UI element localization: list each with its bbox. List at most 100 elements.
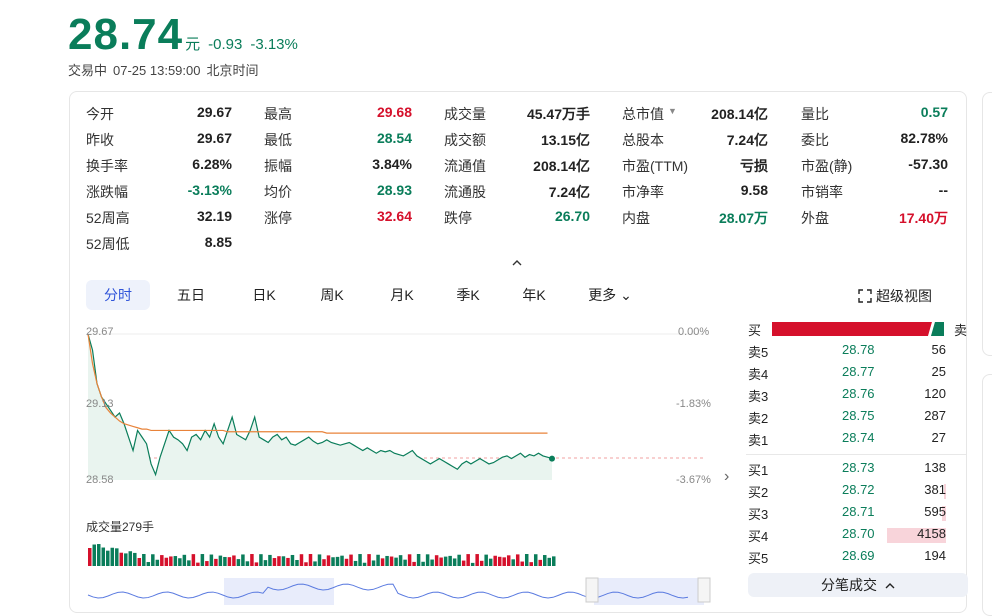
orderbook-row[interactable]: 卖4 28.77 25 <box>746 364 946 384</box>
level-name: 卖5 <box>748 345 769 360</box>
stat-label: 今开 <box>86 106 114 122</box>
stat-label: 外盘 <box>801 210 829 226</box>
volume-bar <box>376 554 380 566</box>
chevron-up-icon <box>885 583 895 589</box>
buy-sell-ratio-bar <box>772 322 944 336</box>
volume-bar <box>124 553 128 566</box>
chevron-up-icon[interactable] <box>510 258 524 268</box>
pct-axis-top: 0.00% <box>678 326 710 338</box>
volume-bar <box>97 544 101 566</box>
level-name: 卖3 <box>748 389 769 404</box>
volume-bar <box>353 560 358 566</box>
volume-bar <box>380 558 385 566</box>
chevron-down-icon: ⌄ <box>616 287 632 303</box>
orderbook-row[interactable]: 买3 28.71 595 <box>746 504 946 524</box>
tab-5[interactable]: 季K <box>442 280 494 310</box>
trade-detail-button[interactable]: 分笔成交 <box>748 573 968 597</box>
volume-bar <box>178 558 182 566</box>
volume-bar <box>115 548 119 566</box>
tab-7[interactable]: 更多 ⌄ <box>580 280 640 310</box>
volume-bar <box>295 560 299 566</box>
intraday-chart[interactable] <box>84 320 714 610</box>
volume-bar <box>272 558 277 566</box>
super-view-button[interactable]: 超级视图 <box>858 286 932 306</box>
volume-bar <box>524 554 529 566</box>
y-axis-bottom: 28.58 <box>86 474 114 486</box>
volume-bar <box>155 559 160 566</box>
side-panel-bottom <box>982 374 992 616</box>
orderbook-row[interactable]: 卖1 28.74 27 <box>746 430 946 450</box>
level-price: 28.69 <box>842 548 875 563</box>
orderbook-row[interactable]: 买1 28.73 138 <box>746 460 946 480</box>
volume-bar <box>479 560 484 566</box>
trade-status-line: 交易中 07-25 13:59:00 北京时间 <box>68 60 265 79</box>
tab-3[interactable]: 周K <box>306 280 358 310</box>
price-area <box>88 334 552 480</box>
price-header: 28.74 元 -0.93 -3.13% <box>68 10 298 60</box>
level-qty: 25 <box>931 364 946 379</box>
orderbook-row[interactable]: 卖2 28.75 287 <box>746 408 946 428</box>
stat-value: 45.47万手 <box>526 106 590 122</box>
volume-bar <box>448 555 452 566</box>
chevron-right-icon[interactable]: › <box>724 468 729 486</box>
volume-bar <box>133 552 137 566</box>
volume-bar <box>385 555 389 566</box>
volume-bar <box>466 554 470 566</box>
level-qty: 595 <box>924 504 946 519</box>
level-name: 卖2 <box>748 411 769 426</box>
stat-value: 82.78% <box>900 130 948 146</box>
volume-bar <box>484 554 488 566</box>
volume-bar <box>88 548 92 566</box>
level-name: 买2 <box>748 485 769 500</box>
pct-axis-mid: -1.83% <box>676 398 711 410</box>
level-price: 28.72 <box>842 482 875 497</box>
volume-bar <box>502 557 506 566</box>
sell-ratio-fill <box>930 322 944 336</box>
volume-bar <box>200 554 205 566</box>
price-change: -0.93 <box>208 36 243 53</box>
orderbook-row[interactable]: 卖5 28.78 56 <box>746 342 946 362</box>
orderbook-row[interactable]: 买5 28.69 194 <box>746 548 946 568</box>
tab-2[interactable]: 日K <box>238 280 290 310</box>
level-price: 28.78 <box>842 342 875 357</box>
dropdown-triangle-icon[interactable]: ▼ <box>668 106 677 116</box>
volume-bar <box>394 557 398 566</box>
trade-timezone: 北京时间 <box>206 63 259 78</box>
stat-value: 13.15亿 <box>540 132 590 148</box>
orderbook-row[interactable]: 卖3 28.76 120 <box>746 386 946 406</box>
volume-bar <box>461 560 466 566</box>
tab-label: 日K <box>252 287 276 303</box>
volume-bar <box>542 555 547 566</box>
stat-label: 昨收 <box>86 132 114 148</box>
stat-label: 流通值 <box>444 158 486 174</box>
stat-label: 涨跌幅 <box>86 184 128 200</box>
volume-bar <box>286 557 290 566</box>
volume-bar <box>434 555 439 566</box>
orderbook-row[interactable]: 买4 28.70 4158 <box>746 526 946 546</box>
volume-bar <box>137 558 142 566</box>
volume-bar <box>241 554 245 566</box>
volume-bar <box>515 554 520 566</box>
stat-value: 29.67 <box>196 130 232 146</box>
volume-bar <box>110 547 115 566</box>
volume-bar <box>389 556 394 566</box>
tab-0[interactable]: 分时 <box>86 280 150 310</box>
volume-bar <box>290 554 295 566</box>
volume-bar <box>344 558 349 566</box>
volume-bar <box>232 555 236 566</box>
volume-bar <box>407 554 412 566</box>
volume-bar <box>425 554 430 566</box>
tab-4[interactable]: 月K <box>376 280 428 310</box>
price-change-pct: -3.13% <box>250 36 298 53</box>
volume-bar <box>313 561 317 566</box>
stat-value: 208.14亿 <box>711 106 768 122</box>
volume-bar <box>106 550 110 566</box>
volume-bar <box>488 558 493 566</box>
volume-bar <box>223 556 227 566</box>
orderbook-row[interactable]: 买2 28.72 381 <box>746 482 946 502</box>
stat-value: 26.70 <box>554 208 590 224</box>
tab-6[interactable]: 年K <box>508 280 560 310</box>
buy-label: 买 <box>748 323 762 338</box>
tab-1[interactable]: 五日 <box>164 280 218 310</box>
volume-title: 成交量279手 <box>86 520 155 534</box>
